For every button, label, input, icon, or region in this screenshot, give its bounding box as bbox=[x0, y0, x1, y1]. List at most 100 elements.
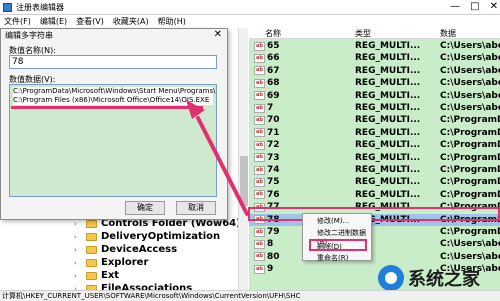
menu-bar: 文件(F) 编辑(E) 查看(V) 收藏夹(A) 帮助(H) bbox=[0, 15, 500, 28]
value-name: ab 67 bbox=[254, 65, 279, 77]
string-value-icon: ab bbox=[254, 115, 265, 125]
string-value-icon: ab bbox=[254, 190, 265, 200]
value-name-text: 79 bbox=[266, 227, 280, 237]
table-row[interactable]: ab65 REG_MULTI... C:\Users\abcde\App bbox=[249, 40, 500, 52]
regedit-app-icon bbox=[3, 3, 12, 12]
column-data[interactable]: 数据 bbox=[440, 28, 456, 39]
table-row[interactable]: ab66 REG_MULTI... C:\Users\abcde\App bbox=[249, 52, 500, 64]
value-name: ab 66 bbox=[254, 52, 279, 64]
value-data: C:\Users\abcde\App bbox=[440, 103, 500, 113]
table-row[interactable]: ab76 REG_MULTI... C:\ProgramData\Mi bbox=[249, 189, 500, 201]
menu-edit[interactable]: 编辑(E) bbox=[40, 15, 67, 28]
table-row[interactable]: ab68 REG_MULTI... C:\Users\abcde\App bbox=[249, 77, 500, 89]
value-type: REG_MULTI... bbox=[355, 115, 421, 126]
menu-file[interactable]: 文件(F) bbox=[4, 15, 31, 28]
table-row[interactable]: ab73 REG_MULTI... C:\ProgramData\Mi bbox=[249, 152, 500, 164]
folder-icon bbox=[86, 258, 97, 267]
table-row[interactable]: ab75 REG_MULTI... C:\ProgramData\Mi bbox=[249, 176, 500, 188]
value-name-text: 75 bbox=[266, 177, 280, 188]
table-row[interactable]: ab8 C:\Users\abcde\App bbox=[249, 238, 500, 250]
close-button[interactable]: ✕ bbox=[490, 1, 498, 13]
string-value-icon: ab bbox=[254, 252, 265, 262]
value-type: REG_MULTI... bbox=[355, 90, 421, 101]
value-type: REG_MULTI... bbox=[355, 165, 421, 175]
expand-arrow-icon[interactable]: › bbox=[74, 220, 82, 228]
column-name[interactable]: 名称 bbox=[265, 28, 281, 39]
table-row[interactable]: ab67 REG_MULTI... C:\Users\abcde\App bbox=[249, 65, 500, 77]
ok-button[interactable]: 确定 bbox=[125, 201, 165, 215]
value-name: ab 68 bbox=[254, 77, 279, 89]
value-name: ab 74 bbox=[254, 164, 279, 176]
minimize-button[interactable]: — bbox=[450, 1, 460, 13]
value-type: REG_MULTI... bbox=[355, 140, 421, 151]
value-data: C:\ProgramData\Mi bbox=[440, 227, 500, 237]
value-name-text: 70 bbox=[266, 115, 280, 126]
value-data: C:\Users\abcde\App bbox=[440, 251, 500, 262]
tree-item-explorer[interactable]: › Explorer bbox=[74, 257, 148, 268]
column-type[interactable]: 类型 bbox=[355, 28, 371, 39]
table-row[interactable]: ab80 C:\Users\abcde\App bbox=[249, 251, 500, 263]
value-data: C:\ProgramData\Mi bbox=[440, 127, 500, 138]
cancel-button[interactable]: 取消 bbox=[176, 201, 216, 215]
value-type: REG_MULTI... bbox=[355, 65, 421, 76]
window-title: 注册表编辑器 bbox=[16, 3, 64, 12]
value-name: ab 69 bbox=[254, 90, 279, 102]
expand-arrow-icon[interactable]: › bbox=[74, 259, 82, 267]
menu-view[interactable]: 查看(V) bbox=[76, 15, 104, 28]
selected-row-highlight bbox=[248, 207, 500, 221]
column-header: 名称 类型 数据 bbox=[249, 28, 500, 39]
dialog-close-icon[interactable]: ✕ bbox=[214, 29, 222, 40]
expand-arrow-icon[interactable]: › bbox=[74, 233, 82, 241]
menu-favorites[interactable]: 收藏夹(A) bbox=[113, 15, 149, 28]
string-value-icon: ab bbox=[254, 239, 265, 249]
expand-arrow-icon[interactable]: › bbox=[74, 272, 82, 280]
tree-item-device-access[interactable]: › DeviceAccess bbox=[74, 244, 177, 255]
menu-help[interactable]: 帮助(H) bbox=[158, 15, 186, 28]
value-data: C:\Users\abcde\App bbox=[440, 90, 500, 101]
expand-arrow-icon[interactable]: › bbox=[74, 246, 82, 254]
table-row[interactable]: ab69 REG_MULTI... C:\Users\abcde\App bbox=[249, 90, 500, 102]
table-row[interactable]: ab70 REG_MULTI... C:\ProgramData\Mi bbox=[249, 114, 500, 126]
folder-icon bbox=[86, 271, 97, 280]
string-value-icon: ab bbox=[254, 264, 265, 274]
watermark-logo bbox=[378, 265, 404, 291]
value-data: C:\Users\abcde\App bbox=[440, 41, 500, 51]
table-row[interactable]: ab71 REG_MULTI... C:\ProgramData\Mi bbox=[249, 127, 500, 139]
window-controls: — □ ✕ bbox=[450, 1, 498, 13]
menu-item-modify[interactable]: 修改(M)... bbox=[317, 216, 349, 226]
tree-item-ext[interactable]: › Ext bbox=[74, 270, 119, 281]
value-name-text: 8 bbox=[266, 239, 274, 250]
table-row[interactable]: ab7 REG_MULTI... C:\Users\abcde\App bbox=[249, 102, 500, 114]
value-name-text: 7 bbox=[266, 103, 274, 113]
tree-item-delivery-optimization[interactable]: › DeliveryOptimization bbox=[74, 231, 220, 242]
table-row[interactable]: ab72 REG_MULTI... C:\ProgramData\Mi bbox=[249, 139, 500, 151]
value-data: C:\ProgramData\Mi bbox=[440, 140, 500, 151]
value-data: C:\ProgramData\Mi bbox=[440, 165, 500, 175]
value-name: ab 72 bbox=[254, 139, 279, 151]
table-row[interactable]: ab79 C:\ProgramData\Mi bbox=[249, 226, 500, 238]
value-type: REG_MULTI... bbox=[355, 41, 421, 51]
value-data-line: C:\Program Files (x86)\Microsoft Office\… bbox=[13, 96, 213, 105]
value-data-field[interactable]: C:\ProgramData\Microsoft\Windows\Start M… bbox=[9, 84, 217, 197]
value-name: ab 7 bbox=[254, 102, 273, 114]
tree-scrollbar[interactable] bbox=[238, 28, 248, 290]
value-name-text: 73 bbox=[266, 152, 280, 163]
values-pane[interactable]: 名称 类型 数据 ab65REG_MULTI...C:\Users\abcde\… bbox=[249, 28, 500, 290]
scrollbar-thumb[interactable] bbox=[240, 156, 248, 206]
value-name: ab 73 bbox=[254, 152, 279, 164]
tree-item-label: Ext bbox=[101, 270, 120, 281]
value-data-line: C:\ProgramData\Microsoft\Windows\Start M… bbox=[13, 87, 217, 96]
title-bar: 注册表编辑器 — □ ✕ bbox=[0, 0, 500, 15]
dialog-title: 编辑多字符串 bbox=[5, 31, 53, 40]
table-row[interactable]: ab74 REG_MULTI... C:\ProgramData\Mi bbox=[249, 164, 500, 176]
maximize-button[interactable]: □ bbox=[470, 1, 479, 13]
value-data: C:\ProgramData\Mi bbox=[440, 152, 500, 163]
menu-item-rename[interactable]: 重命名(R) bbox=[317, 253, 348, 263]
value-type: REG_MULTI... bbox=[355, 127, 421, 138]
watermark: 系统之家 bbox=[378, 265, 480, 291]
value-name-field[interactable]: 78 bbox=[9, 55, 217, 69]
string-value-icon: ab bbox=[254, 153, 265, 163]
delete-highlight-box bbox=[309, 239, 367, 251]
folder-icon bbox=[86, 219, 97, 228]
value-data: C:\Users\abcde\App bbox=[440, 78, 500, 89]
